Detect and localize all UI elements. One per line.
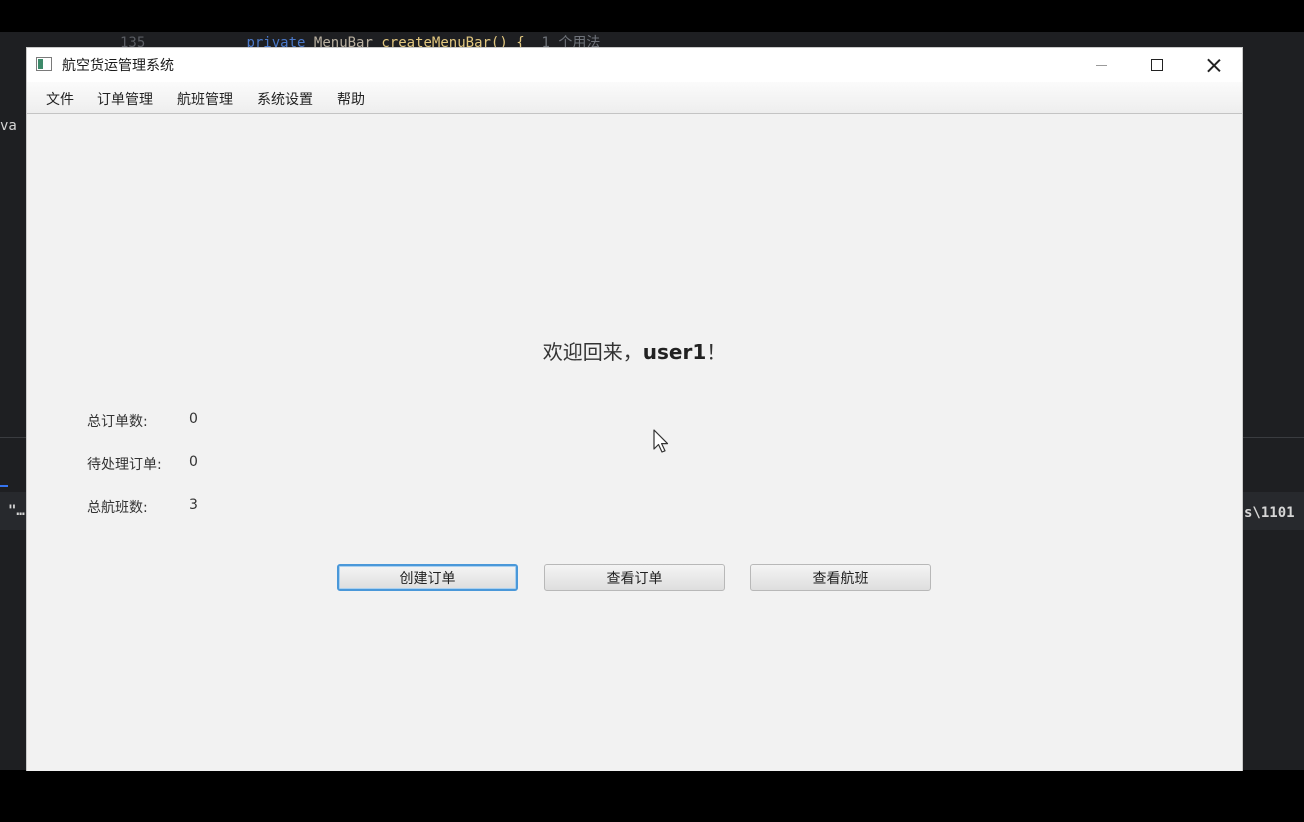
- menu-flight-management[interactable]: 航班管理: [177, 89, 233, 109]
- minimize-icon: [1095, 64, 1107, 66]
- menu-order-management[interactable]: 订单管理: [97, 89, 153, 109]
- stat-pending-orders-label: 待处理订单:: [87, 457, 162, 473]
- app-window: 航空货运管理系统 文件 订单管理 航班管理 系统设置 帮助 欢迎回来，user1…: [26, 47, 1243, 771]
- view-flights-button[interactable]: 查看航班: [750, 564, 931, 591]
- stat-total-orders-value: 0: [189, 411, 198, 427]
- mouse-cursor-icon: [653, 429, 669, 453]
- maximize-icon: [1151, 59, 1163, 71]
- view-orders-button[interactable]: 查看订单: [544, 564, 725, 591]
- title-bar[interactable]: 航空货运管理系统: [27, 48, 1242, 82]
- menu-help[interactable]: 帮助: [337, 89, 365, 109]
- ide-left-fragment: va: [0, 118, 17, 134]
- menu-bar: 文件 订单管理 航班管理 系统设置 帮助: [27, 82, 1242, 114]
- stat-pending-orders-value: 0: [189, 454, 198, 470]
- stat-total-flights-value: 3: [189, 497, 198, 513]
- stat-total-orders-label: 总订单数:: [87, 414, 148, 430]
- ide-accent-marker: [0, 485, 8, 487]
- maximize-button[interactable]: [1129, 48, 1185, 82]
- stat-total-flights-label: 总航班数:: [87, 500, 148, 516]
- menu-file[interactable]: 文件: [46, 89, 74, 109]
- close-button[interactable]: [1186, 48, 1242, 82]
- close-icon: [1207, 58, 1221, 72]
- welcome-message: 欢迎回来，user1！: [27, 336, 1242, 365]
- ide-right-fragment: s\1101: [1244, 505, 1295, 521]
- welcome-username: user1: [642, 340, 707, 364]
- welcome-suffix: ！: [706, 340, 727, 364]
- minimize-button[interactable]: [1073, 48, 1129, 82]
- screen: 135 private MenuBar createMenuBar() { 1 …: [0, 0, 1304, 822]
- menu-system-settings[interactable]: 系统设置: [257, 89, 313, 109]
- ide-left-fragment-2: "…: [8, 503, 25, 519]
- create-order-button[interactable]: 创建订单: [337, 564, 518, 591]
- welcome-prefix: 欢迎回来，: [542, 340, 643, 364]
- java-app-icon: [36, 57, 52, 71]
- window-title: 航空货运管理系统: [62, 58, 174, 74]
